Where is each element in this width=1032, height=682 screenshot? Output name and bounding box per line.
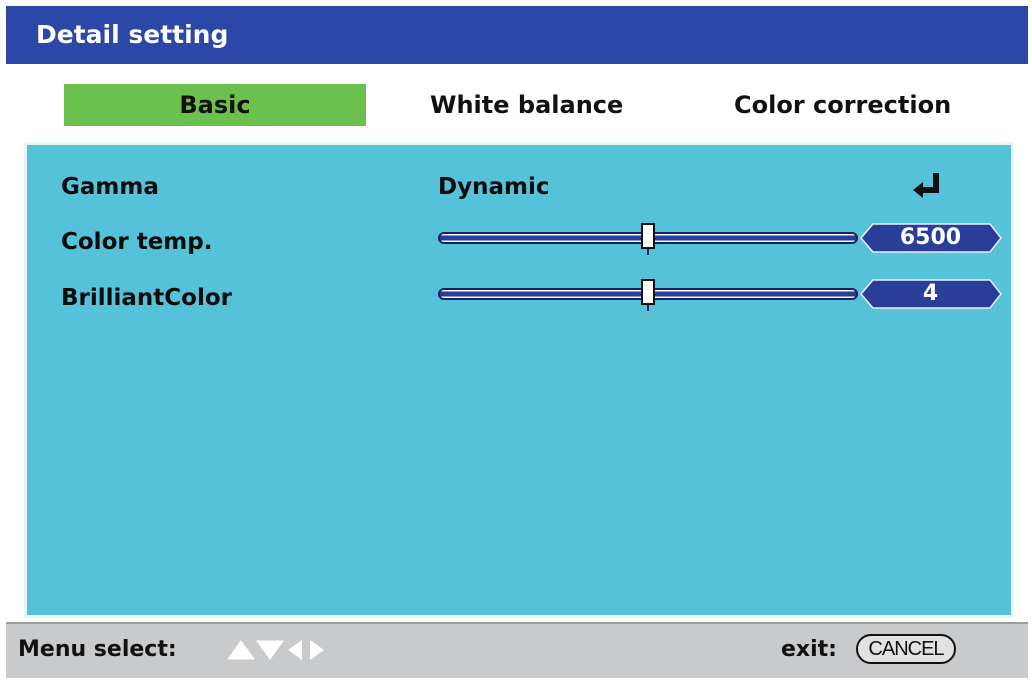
slider-center-tick: [647, 249, 649, 255]
brilliantcolor-label: BrilliantColor: [61, 285, 233, 311]
settings-panel: Gamma Dynamic Color temp. 6500 Brilliant…: [24, 142, 1014, 618]
gamma-value[interactable]: Dynamic: [438, 174, 549, 200]
down-arrow-icon: [256, 640, 284, 660]
window-title: Detail setting: [6, 6, 1028, 64]
status-bar: Menu select: exit: CANCEL: [6, 622, 1028, 678]
gamma-label: Gamma: [61, 174, 159, 200]
cancel-button[interactable]: CANCEL: [856, 634, 956, 664]
tab-white-balance[interactable]: White balance: [430, 84, 623, 126]
exit-label: exit:: [781, 637, 837, 662]
color-temp-label: Color temp.: [61, 229, 213, 255]
brilliantcolor-value: 4: [922, 281, 939, 306]
brilliantcolor-slider[interactable]: [438, 279, 858, 311]
tab-color-correction[interactable]: Color correction: [734, 84, 951, 126]
brilliantcolor-value-box: 4: [859, 279, 1002, 309]
right-arrow-icon: [310, 640, 324, 660]
menu-select-label: Menu select:: [18, 637, 177, 662]
color-temp-value-box: 6500: [859, 223, 1002, 253]
left-arrow-icon: [288, 640, 302, 660]
slider-thumb[interactable]: [641, 279, 655, 305]
enter-arrow-icon[interactable]: [911, 171, 943, 199]
tab-basic[interactable]: Basic: [64, 84, 366, 126]
nav-arrows: [226, 638, 346, 662]
up-arrow-icon: [227, 640, 255, 660]
slider-center-tick: [647, 305, 649, 311]
color-temp-value: 6500: [899, 225, 962, 250]
color-temp-slider[interactable]: [438, 223, 858, 255]
slider-thumb[interactable]: [641, 223, 655, 249]
tab-bar: Basic White balance Color correction: [6, 64, 1028, 144]
